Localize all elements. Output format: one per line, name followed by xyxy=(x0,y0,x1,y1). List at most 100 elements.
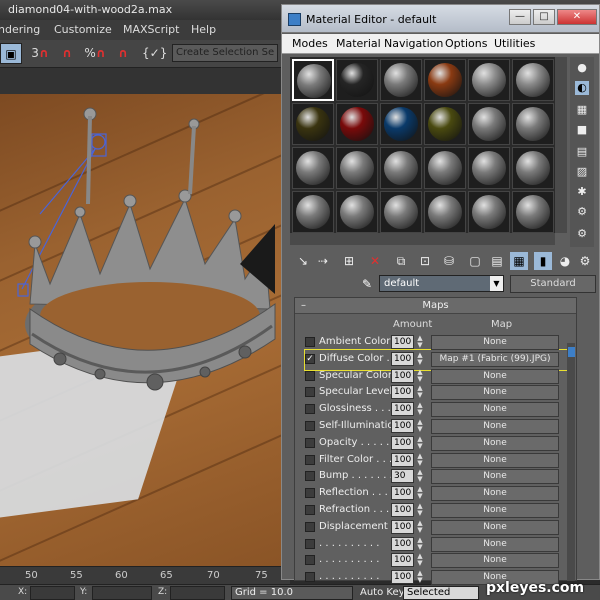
z-coord-field[interactable] xyxy=(170,586,225,600)
map-enable-checkbox[interactable] xyxy=(305,421,315,431)
amount-spinner[interactable]: ▲ ▼ xyxy=(416,419,424,433)
map-amount-field[interactable]: 100 xyxy=(391,570,414,585)
maximize-button[interactable]: □ xyxy=(533,9,555,25)
material-navigator-icon[interactable]: ⚙ xyxy=(575,227,589,241)
material-sample-slot[interactable] xyxy=(380,191,422,233)
material-sample-slot[interactable] xyxy=(424,59,466,101)
map-slot-button[interactable]: None xyxy=(431,503,559,518)
map-amount-field[interactable]: 100 xyxy=(391,351,414,366)
close-button[interactable]: ✕ xyxy=(557,9,597,25)
material-sample-slot[interactable] xyxy=(380,147,422,189)
crown-model[interactable] xyxy=(0,94,290,566)
map-slot-button[interactable]: None xyxy=(431,553,559,569)
backlight-icon[interactable]: ◐ xyxy=(575,81,589,95)
options-icon[interactable]: ✱ xyxy=(575,185,589,199)
map-enable-checkbox[interactable] xyxy=(305,555,315,566)
menu-utilities[interactable]: Utilities xyxy=(494,37,535,50)
map-amount-field[interactable]: 30 xyxy=(391,469,414,484)
map-slot-button[interactable]: None xyxy=(431,452,559,468)
material-sample-slot[interactable] xyxy=(380,103,422,145)
background-icon[interactable]: ▦ xyxy=(575,103,589,117)
slots-horizontal-scrollbar[interactable] xyxy=(290,233,555,245)
map-enable-checkbox[interactable] xyxy=(305,471,315,482)
chevron-down-icon[interactable]: ▼ xyxy=(490,276,503,291)
map-amount-field[interactable]: 100 xyxy=(391,452,414,467)
map-slot-button[interactable]: None xyxy=(431,368,559,384)
menu-customize[interactable]: Customize xyxy=(54,23,112,36)
map-amount-field[interactable]: 100 xyxy=(391,402,414,417)
percent-snap-toggle[interactable]: %∩ xyxy=(84,43,106,64)
material-sample-slot[interactable] xyxy=(292,103,334,145)
map-amount-field[interactable]: 100 xyxy=(391,435,414,450)
map-enable-checkbox[interactable] xyxy=(305,521,315,532)
angle-snap-icon[interactable]: ∩ xyxy=(57,43,77,64)
map-amount-field[interactable]: 100 xyxy=(391,553,414,568)
spinner-snap-icon[interactable]: ∩ xyxy=(113,43,133,64)
menu-rendering[interactable]: ndering xyxy=(0,23,40,36)
perspective-viewport[interactable] xyxy=(0,94,290,566)
video-color-check-icon[interactable]: ▤ xyxy=(575,145,589,159)
map-enable-checkbox[interactable]: ✓ xyxy=(305,353,315,364)
map-amount-field[interactable]: 100 xyxy=(391,419,414,433)
material-editor-titlebar[interactable]: Material Editor - default — □ ✕ xyxy=(282,5,599,33)
map-slot-button[interactable]: None xyxy=(431,469,559,485)
menu-options[interactable]: Options xyxy=(445,37,487,50)
amount-spinner[interactable]: ▲ ▼ xyxy=(416,553,424,567)
map-enable-checkbox[interactable] xyxy=(305,505,315,515)
material-sample-slot[interactable] xyxy=(424,147,466,189)
material-sample-slot[interactable] xyxy=(292,191,334,233)
map-enable-checkbox[interactable] xyxy=(305,337,315,347)
map-enable-checkbox[interactable] xyxy=(305,387,315,398)
make-unique-icon[interactable]: ⊡ xyxy=(416,252,434,270)
material-sample-slot[interactable] xyxy=(512,103,554,145)
go-forward-to-sibling-icon[interactable]: ◕ xyxy=(556,252,574,270)
map-slot-button[interactable]: None xyxy=(431,385,559,401)
go-to-parent-icon[interactable]: ▮ xyxy=(534,252,552,270)
select-by-material-icon[interactable]: ⚙ xyxy=(575,205,589,219)
material-sample-slot[interactable] xyxy=(336,147,378,189)
map-amount-field[interactable]: 100 xyxy=(391,335,414,349)
snap-3d-toggle[interactable]: 3∩ xyxy=(30,43,50,64)
map-enable-checkbox[interactable] xyxy=(305,454,315,465)
maps-rollout-header[interactable]: – Maps xyxy=(295,298,576,314)
map-enable-checkbox[interactable] xyxy=(305,488,315,499)
menu-material[interactable]: Material xyxy=(336,37,381,50)
show-end-result-icon[interactable]: ▦ xyxy=(510,252,528,270)
show-map-in-viewport-icon[interactable]: ▤ xyxy=(488,252,506,270)
amount-spinner[interactable]: ▲ ▼ xyxy=(416,486,424,500)
map-slot-button[interactable]: None xyxy=(431,486,559,502)
material-sample-slot[interactable] xyxy=(468,103,510,145)
eyedropper-icon[interactable]: ✎ xyxy=(358,275,376,293)
map-amount-field[interactable]: 100 xyxy=(391,519,414,534)
edit-named-selection-icon[interactable]: {✓} xyxy=(142,43,167,64)
map-amount-field[interactable]: 100 xyxy=(391,536,414,551)
amount-spinner[interactable]: ▲ ▼ xyxy=(416,536,424,551)
amount-spinner[interactable]: ▲ ▼ xyxy=(416,452,424,467)
auto-key-button[interactable]: Auto Key xyxy=(360,587,405,598)
map-enable-checkbox[interactable] xyxy=(305,437,315,448)
y-coord-field[interactable] xyxy=(92,586,152,600)
uv-tiling-icon[interactable]: ■ xyxy=(575,123,589,137)
map-slot-button[interactable]: None xyxy=(431,519,559,535)
amount-spinner[interactable]: ▲ ▼ xyxy=(416,335,424,349)
material-sample-slot[interactable] xyxy=(468,59,510,101)
map-amount-field[interactable]: 100 xyxy=(391,486,414,501)
make-preview-icon[interactable]: ▨ xyxy=(575,165,589,179)
put-to-library-icon[interactable]: ⛁ xyxy=(440,252,458,270)
menu-modes[interactable]: Modes xyxy=(292,37,328,50)
copy-material-icon[interactable]: ⧉ xyxy=(392,252,410,270)
menu-help[interactable]: Help xyxy=(191,23,216,36)
maps-scrollbar[interactable] xyxy=(567,343,575,581)
material-sample-slot[interactable] xyxy=(512,191,554,233)
material-sample-slot[interactable] xyxy=(468,191,510,233)
amount-spinner[interactable]: ▲ ▼ xyxy=(416,519,424,534)
amount-spinner[interactable]: ▲ ▼ xyxy=(416,351,424,366)
put-to-scene-icon[interactable]: ⇢ xyxy=(314,252,332,270)
map-enable-checkbox[interactable] xyxy=(305,370,315,381)
material-sample-slot[interactable] xyxy=(468,147,510,189)
material-sample-slot[interactable] xyxy=(292,59,334,101)
assign-material-icon[interactable]: ⊞ xyxy=(340,252,358,270)
amount-spinner[interactable]: ▲ ▼ xyxy=(416,435,424,450)
map-enable-checkbox[interactable] xyxy=(305,404,315,415)
material-sample-slot[interactable] xyxy=(336,191,378,233)
